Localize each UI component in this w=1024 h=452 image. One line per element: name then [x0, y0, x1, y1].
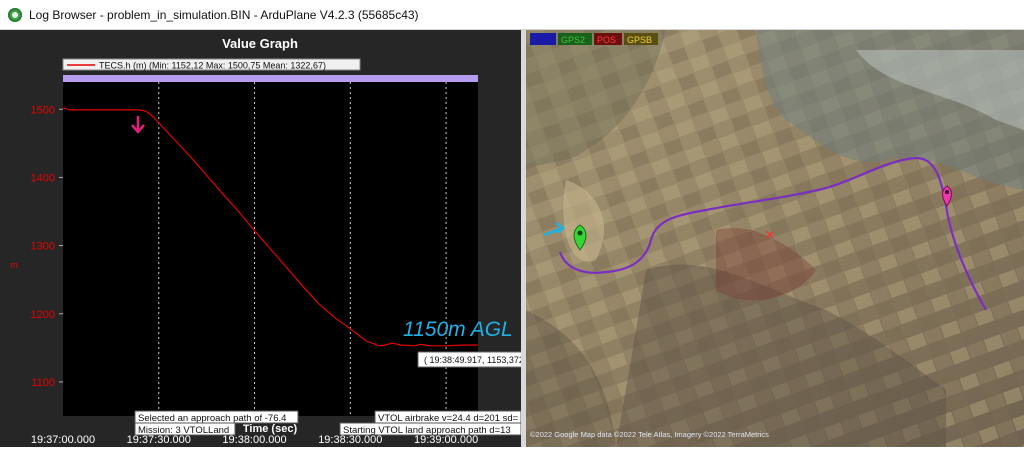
y-tick-label: 1100: [31, 377, 55, 389]
x-tick-label: 19:37:00.000: [31, 434, 95, 446]
y-axis: 1100 1200 1300 1400 1500: [31, 104, 63, 389]
value-graph-chart[interactable]: Value Graph TECS.h (m) (Min: 1152,12 Max…: [0, 30, 538, 447]
legend-series-label: TECS.h (m) (Min: 1152,12 Max: 1500,75 Me…: [99, 61, 326, 71]
app-logo-icon: [8, 7, 22, 22]
map-legend-label: GPSB: [627, 35, 652, 45]
point-tooltip-text: ( 19:38:49.917, 1153,372 ): [424, 355, 521, 365]
window-titlebar: Log Browser - problem_in_simulation.BIN …: [0, 0, 1024, 30]
y-tick-label: 1200: [31, 309, 55, 321]
agl-annotation: 1150m AGL: [403, 318, 513, 341]
value-graph-panel[interactable]: Value Graph TECS.h (m) (Min: 1152,12 Max…: [0, 30, 538, 447]
x-axis-label: Time (sec): [243, 423, 298, 435]
map-attribution: ©2022 Google Map data ©2022 Tele Atlas, …: [530, 430, 769, 439]
map-cross-marker: ✕: [765, 228, 775, 242]
map-legend: GPS2 POS GPSB: [530, 33, 658, 45]
y-tick-label: 1400: [31, 172, 55, 184]
map-legend-label: GPS2: [561, 35, 585, 45]
message-text-4: Starting VTOL land approach path d=13: [343, 425, 511, 436]
y-tick-label: 1500: [31, 104, 55, 116]
map-panel[interactable]: GPS2 POS GPSB ✕ ©2022 Google Map data ©202…: [526, 30, 1024, 447]
satellite-map[interactable]: GPS2 POS GPSB ✕ ©2022 Google Map data ©202…: [526, 30, 1024, 447]
event-strip: [63, 75, 478, 82]
y-tick-label: 1300: [31, 241, 55, 253]
message-text-3: VTOL airbrake v=24.4 d=201 sd=: [378, 413, 519, 424]
map-legend-swatch: [530, 33, 556, 45]
window-title: Log Browser - problem_in_simulation.BIN …: [29, 7, 419, 22]
x-tick-label: 19:38:00.000: [222, 434, 286, 446]
graph-title: Value Graph: [222, 36, 298, 51]
y-axis-label: m: [10, 260, 18, 270]
message-text-2: Mission: 3 VTOLLand: [138, 425, 229, 436]
map-legend-label: POS: [597, 35, 616, 45]
